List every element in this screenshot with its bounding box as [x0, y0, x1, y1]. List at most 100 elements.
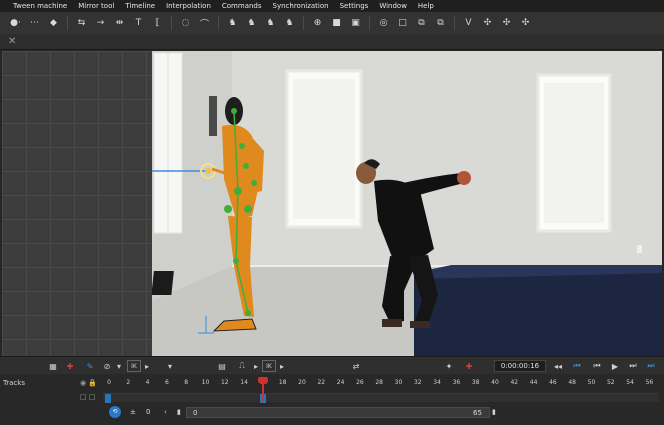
prev-frame-icon[interactable]: ⏮	[591, 360, 603, 372]
rewind-icon[interactable]: ◂◂	[552, 360, 564, 372]
text-icon[interactable]: T	[132, 17, 145, 30]
bracket-icon[interactable]: ⟦	[151, 17, 164, 30]
tick-label: 40	[491, 379, 499, 386]
tick-label: 2	[126, 379, 131, 386]
tick-label: 10	[201, 379, 210, 386]
tick-label: 56	[645, 379, 654, 386]
pose-dots-icon[interactable]: ●·	[9, 17, 22, 30]
eye-lock-icons[interactable]: ◉ 🔒	[80, 379, 97, 387]
butterfly-1-icon[interactable]: ✣	[481, 17, 494, 30]
tick-label: 52	[606, 379, 615, 386]
next-frame-icon[interactable]: ⏭	[627, 360, 639, 372]
menu-window[interactable]: Window	[379, 0, 407, 12]
paste-icon[interactable]: ⧉	[434, 17, 447, 30]
timeline-ruler[interactable]: 0246810121416182022242628303234363840424…	[103, 377, 659, 391]
viewport[interactable]	[2, 51, 662, 356]
time-display[interactable]: 0:00:00:16	[494, 360, 546, 372]
copy-icon[interactable]: ⧉	[415, 17, 428, 30]
marker-icon[interactable]: ✚	[463, 360, 475, 372]
toolbar-divider	[171, 16, 172, 30]
butterfly-2-icon[interactable]: ✣	[500, 17, 513, 30]
range-row: ⟲ ± 0 ‹ ▮ 0 65 ▮	[0, 405, 664, 419]
ik-toggle-1[interactable]: IK	[127, 360, 141, 372]
square-icon[interactable]: □	[396, 17, 409, 30]
tick-label: 46	[549, 379, 557, 386]
butterfly-3-icon[interactable]: ✣	[519, 17, 532, 30]
move-keys-icon[interactable]: ⋯	[28, 17, 41, 30]
tick-label: 28	[375, 379, 384, 386]
chevron-left-icon[interactable]: ‹	[164, 408, 167, 416]
swap-arrows-icon[interactable]: ⇄	[350, 360, 362, 372]
camera-icon[interactable]: ■	[330, 17, 343, 30]
arrow-range-icon[interactable]: →	[94, 17, 107, 30]
sparkle-icon[interactable]: ✦	[443, 360, 455, 372]
plus-minus-icon[interactable]: ±	[130, 408, 136, 416]
tick-label: 36	[452, 379, 461, 386]
prev-key-icon[interactable]: ⏮	[571, 360, 583, 372]
chevron-right-icon[interactable]: ▸	[276, 360, 288, 372]
range-end: 65	[473, 409, 482, 417]
tick-label: 26	[356, 379, 364, 386]
menu-timeline[interactable]: Timeline	[125, 0, 155, 12]
run-pose-1-icon[interactable]: ♞	[226, 17, 239, 30]
chevron-right-icon[interactable]: ▸	[141, 360, 153, 372]
track-row[interactable]	[103, 393, 659, 403]
next-key-icon[interactable]: ⏭	[645, 360, 657, 372]
frame-icon[interactable]: ▣	[349, 17, 362, 30]
run-pose-2-icon[interactable]: ♞	[245, 17, 258, 30]
grid-background	[2, 51, 152, 356]
run-pose-3-icon[interactable]: ♞	[264, 17, 277, 30]
track-checkbox-icons[interactable]: □ □	[80, 393, 95, 401]
app-window: Tween machine Mirror tool Timeline Inter…	[0, 0, 664, 425]
v-logo-icon[interactable]: V	[462, 17, 475, 30]
no-symbol-icon[interactable]: ⊘	[101, 360, 113, 372]
close-icon[interactable]: ✕	[8, 36, 16, 47]
ik-toggle-2[interactable]: IK	[262, 360, 276, 372]
offset-value[interactable]: 0	[146, 408, 150, 416]
chevron-right-icon[interactable]: ▸	[250, 360, 262, 372]
target-icon[interactable]: ⊕	[311, 17, 324, 30]
filmstrip-icon[interactable]: ▦	[47, 360, 59, 372]
toolbar-divider	[67, 16, 68, 30]
tick-label: 44	[529, 379, 538, 386]
menu-help[interactable]: Help	[418, 0, 434, 12]
dropdown-icon[interactable]: ▾	[164, 360, 176, 372]
toolbar: ●· ⋯ ◆ ⇆ → ⇹ T ⟦ ◌ ⌒ ♞ ♞ ♞ ♞ ⊕ ■ ▣ ◎ □ ⧉…	[0, 12, 664, 34]
menu-synchronization[interactable]: Synchronization	[273, 0, 329, 12]
step-graph-icon[interactable]: ⎍	[236, 360, 248, 372]
curve-icon[interactable]: ◌	[179, 17, 192, 30]
eraser-icon[interactable]: ◆	[47, 17, 60, 30]
swap-icon[interactable]: ⇆	[75, 17, 88, 30]
tick-label: 6	[164, 379, 169, 386]
ik-arc-icon[interactable]: ⌒	[198, 17, 211, 30]
scene-illustration	[142, 51, 662, 356]
chevron-down-icon[interactable]: ▾	[113, 360, 125, 372]
tick-label: 18	[278, 379, 287, 386]
scale-keys-icon[interactable]: ⇹	[113, 17, 126, 30]
pin-icon[interactable]: ✚	[64, 360, 76, 372]
tick-label: 14	[240, 379, 248, 386]
menu-commands[interactable]: Commands	[222, 0, 262, 12]
range-bar[interactable]: 0 65	[186, 407, 490, 418]
spiral-icon[interactable]: ◎	[377, 17, 390, 30]
tracks-label: Tracks	[3, 379, 25, 387]
tick-label: 24	[336, 379, 345, 386]
menu-mirror-tool[interactable]: Mirror tool	[78, 0, 114, 12]
play-icon[interactable]: ▶	[609, 360, 621, 372]
loop-icon[interactable]: ⟲	[109, 406, 121, 418]
wrench-icon[interactable]: ✎	[84, 360, 96, 372]
playhead[interactable]	[262, 377, 264, 402]
range-end-handle[interactable]: ▮	[492, 408, 496, 416]
menu-settings[interactable]: Settings	[340, 0, 369, 12]
tick-label: 4	[145, 379, 150, 386]
range-start: 0	[193, 409, 198, 417]
film-icon[interactable]: ▤	[216, 360, 228, 372]
keyframe[interactable]	[105, 394, 111, 403]
toolbar-divider	[454, 16, 455, 30]
tick-label: 54	[626, 379, 634, 386]
menu-interpolation[interactable]: Interpolation	[166, 0, 211, 12]
tick-label: 42	[510, 379, 519, 386]
menu-tween-machine[interactable]: Tween machine	[13, 0, 67, 12]
run-pose-4-icon[interactable]: ♞	[283, 17, 296, 30]
range-start-handle[interactable]: ▮	[177, 408, 181, 416]
